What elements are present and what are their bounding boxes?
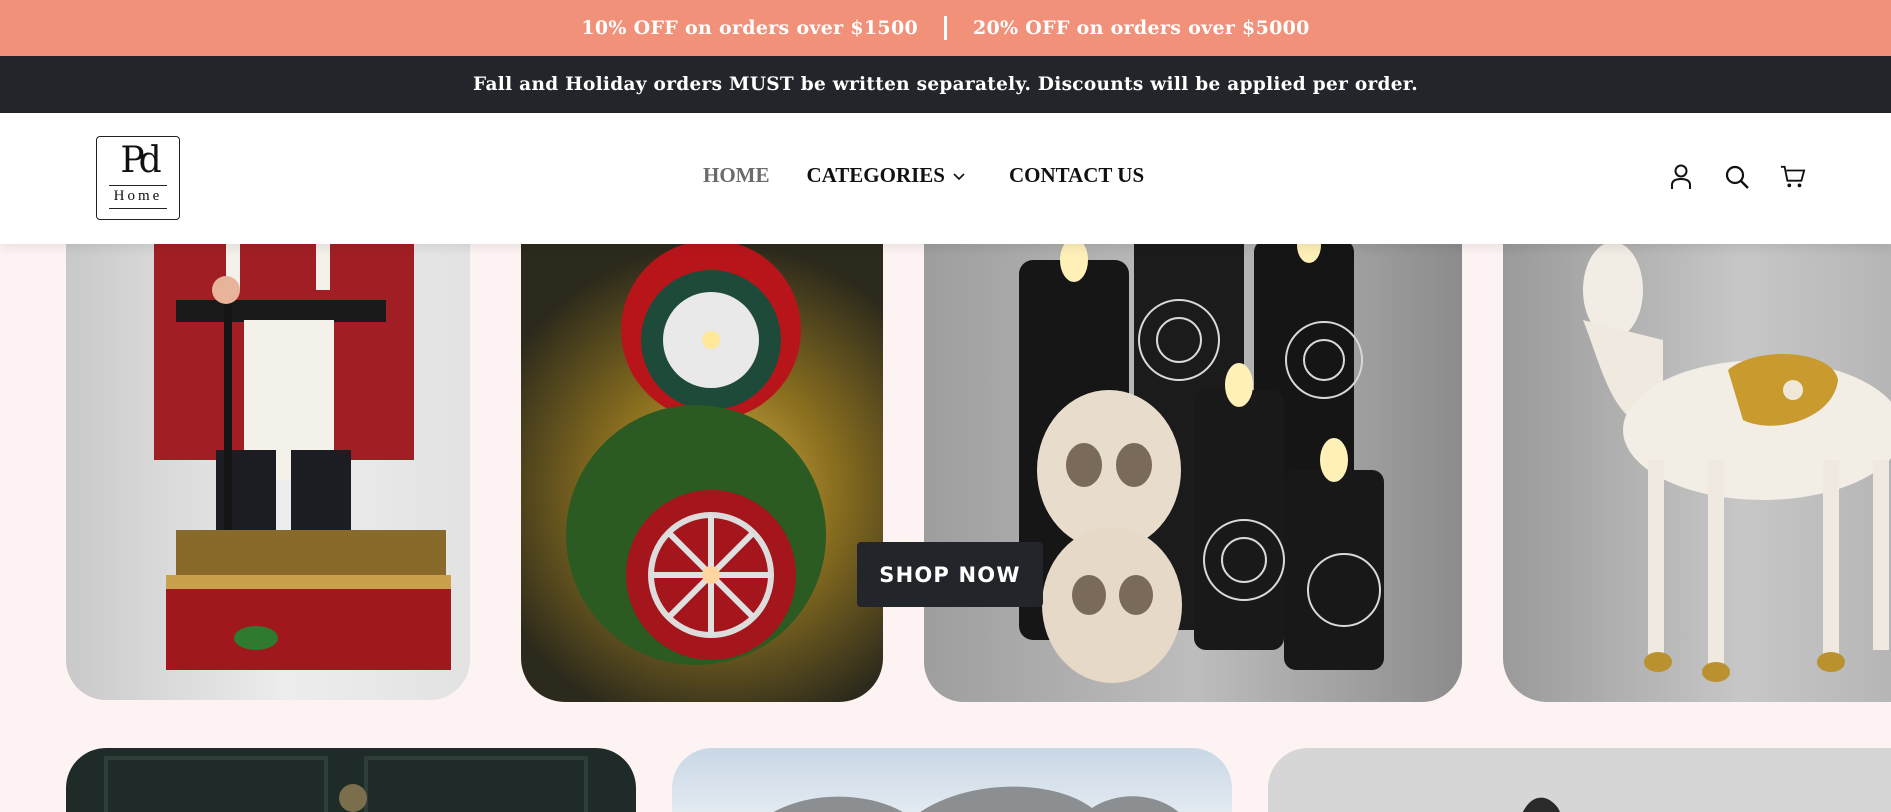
product-image-bottom-3[interactable] <box>1268 748 1891 812</box>
notice-bar: Fall and Holiday orders MUST be written … <box>0 56 1891 113</box>
logo-rule-bottom <box>109 208 167 209</box>
product-image-reindeer[interactable] <box>1503 230 1891 702</box>
product-image-bottom-2[interactable] <box>672 748 1232 812</box>
promo-left-text: 10% OFF on orders over $1500 <box>581 17 918 39</box>
promo-bar: 10% OFF on orders over $1500 20% OFF on … <box>0 0 1891 56</box>
cart-icon[interactable] <box>1780 162 1806 192</box>
promo-divider <box>944 16 947 40</box>
nav-categories[interactable]: CATEGORIES <box>807 163 967 188</box>
logo-monogram: Pd <box>120 140 161 181</box>
shop-now-button[interactable]: SHOP NOW <box>857 542 1043 607</box>
main-nav: HOME CATEGORIES CONTACT US <box>703 163 1144 188</box>
search-icon[interactable] <box>1724 162 1750 192</box>
logo-word: Home <box>113 188 163 204</box>
site-header: Pd Home HOME CATEGORIES CONTACT US <box>0 113 1891 244</box>
product-image-ornament-stack[interactable] <box>521 230 883 702</box>
nav-home[interactable]: HOME <box>703 163 770 188</box>
user-icon[interactable] <box>1668 162 1694 192</box>
product-image-bottom-1[interactable] <box>66 748 636 812</box>
site-logo[interactable]: Pd Home <box>96 136 180 220</box>
chevron-down-icon <box>953 172 965 180</box>
header-icons <box>1668 162 1806 192</box>
logo-rule-top <box>109 185 167 186</box>
nav-categories-label: CATEGORIES <box>806 163 945 187</box>
notice-text: Fall and Holiday orders MUST be written … <box>473 74 1418 95</box>
product-image-nutcracker[interactable] <box>66 230 470 700</box>
nav-contact[interactable]: CONTACT US <box>1009 163 1144 188</box>
promo-right-text: 20% OFF on orders over $5000 <box>973 17 1310 39</box>
product-image-halloween-candles[interactable] <box>924 230 1462 702</box>
